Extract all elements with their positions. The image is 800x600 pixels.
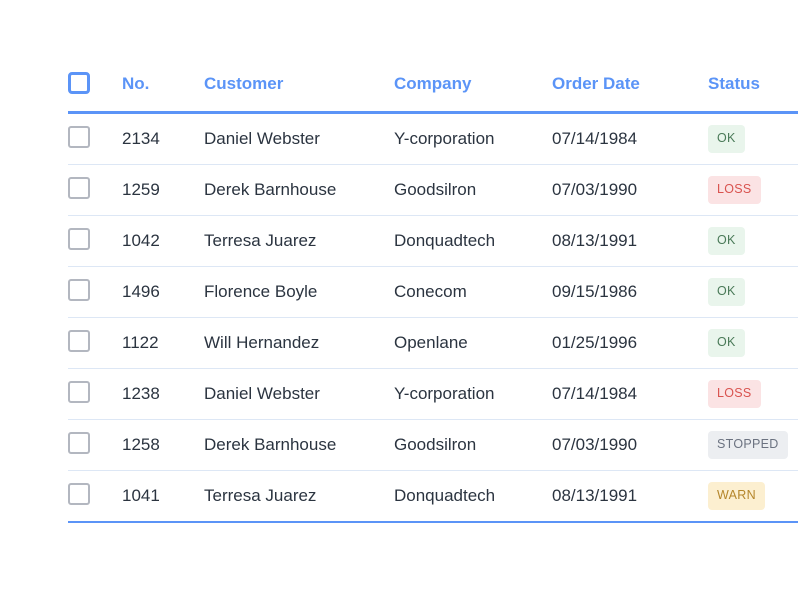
- cell-no: 2134: [122, 112, 204, 165]
- cell-customer: Derek Barnhouse: [204, 164, 394, 216]
- cell-order-date: 07/03/1990: [552, 419, 708, 471]
- cell-status: OK: [708, 317, 798, 369]
- cell-status: OK: [708, 112, 798, 165]
- cell-customer: Derek Barnhouse: [204, 419, 394, 471]
- column-header-order-date[interactable]: Order Date: [552, 70, 708, 114]
- cell-no: 1041: [122, 470, 204, 523]
- cell-company: Y-corporation: [394, 368, 552, 420]
- cell-order-date: 09/15/1986: [552, 266, 708, 318]
- orders-table-container: No. Customer Company Order Date Status 2…: [68, 70, 798, 523]
- cell-customer: Terresa Juarez: [204, 215, 394, 267]
- table-row[interactable]: 1238 Daniel Webster Y-corporation 07/14/198…: [68, 368, 798, 420]
- column-header-customer[interactable]: Customer: [204, 70, 394, 114]
- row-checkbox-icon[interactable]: [68, 125, 90, 148]
- cell-status: LOSS: [708, 368, 798, 420]
- cell-customer: Daniel Webster: [204, 112, 394, 165]
- cell-company: Donquadtech: [394, 215, 552, 267]
- row-checkbox-icon[interactable]: [68, 278, 90, 301]
- row-checkbox-icon[interactable]: [68, 227, 90, 250]
- row-select-cell[interactable]: [68, 368, 122, 420]
- cell-order-date: 07/14/1984: [552, 368, 708, 420]
- cell-status: LOSS: [708, 164, 798, 216]
- row-checkbox-icon[interactable]: [68, 176, 90, 199]
- cell-status: OK: [708, 215, 798, 267]
- row-checkbox-icon[interactable]: [68, 380, 90, 403]
- cell-no: 1122: [122, 317, 204, 369]
- column-header-status[interactable]: Status: [708, 70, 798, 114]
- cell-status: WARN: [708, 470, 798, 523]
- row-select-cell[interactable]: [68, 419, 122, 471]
- row-select-cell[interactable]: [68, 317, 122, 369]
- status-badge: OK: [708, 227, 745, 255]
- cell-no: 1238: [122, 368, 204, 420]
- column-header-company[interactable]: Company: [394, 70, 552, 114]
- select-all-checkbox-icon[interactable]: [68, 72, 90, 94]
- table-header: No. Customer Company Order Date Status: [68, 70, 798, 114]
- cell-customer: Terresa Juarez: [204, 470, 394, 523]
- row-checkbox-icon[interactable]: [68, 482, 90, 505]
- cell-order-date: 08/13/1991: [552, 470, 708, 523]
- cell-status: STOPPED: [708, 419, 798, 471]
- row-select-cell[interactable]: [68, 112, 122, 165]
- orders-table-page: No. Customer Company Order Date Status 2…: [0, 0, 800, 600]
- cell-company: Goodsilron: [394, 419, 552, 471]
- table-row[interactable]: 1496 Florence Boyle Conecom 09/15/1986 OK: [68, 266, 798, 318]
- table-row[interactable]: 1042 Terresa Juarez Donquadtech 08/13/1991 O…: [68, 215, 798, 267]
- table-row[interactable]: 1122 Will Hernandez Openlane 01/25/1996 OK: [68, 317, 798, 369]
- status-badge: LOSS: [708, 380, 761, 408]
- status-badge: OK: [708, 278, 745, 306]
- table-row[interactable]: 1041 Terresa Juarez Donquadtech 08/13/1991 W…: [68, 470, 798, 523]
- cell-order-date: 07/14/1984: [552, 112, 708, 165]
- cell-customer: Daniel Webster: [204, 368, 394, 420]
- row-select-cell[interactable]: [68, 470, 122, 523]
- cell-no: 1042: [122, 215, 204, 267]
- status-badge: OK: [708, 125, 745, 153]
- table-row[interactable]: 1258 Derek Barnhouse Goodsilron 07/03/1990 S…: [68, 419, 798, 471]
- row-checkbox-icon[interactable]: [68, 329, 90, 352]
- orders-table: No. Customer Company Order Date Status 2…: [68, 70, 798, 523]
- table-body: 2134 Daniel Webster Y-corporation 07/14/198…: [68, 112, 798, 523]
- status-badge: STOPPED: [708, 431, 788, 459]
- cell-customer: Will Hernandez: [204, 317, 394, 369]
- table-row[interactable]: 2134 Daniel Webster Y-corporation 07/14/198…: [68, 112, 798, 165]
- status-badge: OK: [708, 329, 745, 357]
- row-select-cell[interactable]: [68, 164, 122, 216]
- cell-order-date: 07/03/1990: [552, 164, 708, 216]
- cell-no: 1496: [122, 266, 204, 318]
- cell-company: Y-corporation: [394, 112, 552, 165]
- cell-company: Goodsilron: [394, 164, 552, 216]
- row-select-cell[interactable]: [68, 266, 122, 318]
- header-row: No. Customer Company Order Date Status: [68, 70, 798, 114]
- cell-no: 1258: [122, 419, 204, 471]
- row-checkbox-icon[interactable]: [68, 431, 90, 454]
- cell-order-date: 08/13/1991: [552, 215, 708, 267]
- status-badge: WARN: [708, 482, 765, 510]
- cell-customer: Florence Boyle: [204, 266, 394, 318]
- cell-no: 1259: [122, 164, 204, 216]
- cell-company: Donquadtech: [394, 470, 552, 523]
- cell-company: Openlane: [394, 317, 552, 369]
- status-badge: LOSS: [708, 176, 761, 204]
- cell-order-date: 01/25/1996: [552, 317, 708, 369]
- row-select-cell[interactable]: [68, 215, 122, 267]
- column-header-no[interactable]: No.: [122, 70, 204, 114]
- table-row[interactable]: 1259 Derek Barnhouse Goodsilron 07/03/1990 L…: [68, 164, 798, 216]
- select-all-header-cell[interactable]: [68, 70, 122, 114]
- cell-company: Conecom: [394, 266, 552, 318]
- cell-status: OK: [708, 266, 798, 318]
